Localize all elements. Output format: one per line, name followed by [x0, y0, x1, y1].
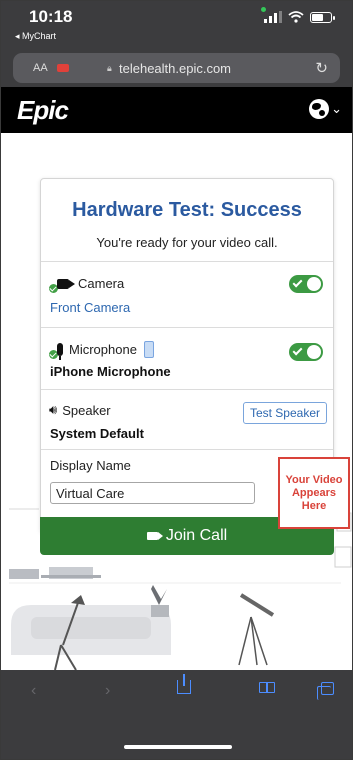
back-to-app-link[interactable]: ◂ MyChart: [15, 31, 56, 42]
speaker-icon: 🔊︎: [49, 402, 58, 417]
battery-icon: [310, 11, 335, 23]
display-name-input[interactable]: [50, 482, 255, 504]
card-subtitle: You're ready for your video call.: [96, 235, 278, 250]
speaker-label: Speaker: [62, 402, 111, 418]
status-time: 10:18: [29, 7, 73, 26]
video-placeholder-text: Your Video Appears Here: [285, 473, 343, 512]
browser-address-bar: AA 🔒︎ telehealth.epic.com ↻: [1, 51, 352, 87]
globe-icon: [309, 99, 330, 119]
toggle-knob: [307, 277, 321, 291]
status-icons: [264, 11, 335, 23]
share-icon[interactable]: [177, 674, 191, 694]
home-indicator[interactable]: [124, 745, 232, 749]
camera-label: Camera: [78, 276, 125, 291]
reload-icon[interactable]: ↻: [315, 59, 328, 77]
text-size-button[interactable]: AA: [33, 62, 48, 74]
page-content: Hardware Test: Success You're ready for …: [1, 133, 352, 670]
back-button[interactable]: ‹: [31, 682, 36, 700]
speaker-device: System Default: [50, 426, 144, 441]
test-speaker-button[interactable]: Test Speaker: [242, 402, 327, 424]
join-call-label: Join Call: [165, 527, 228, 544]
status-bar: 10:18 ◂ MyChart: [1, 1, 352, 51]
microphone-row: Microphone iPhone Microphone: [41, 327, 333, 389]
toggle-knob: [307, 345, 321, 359]
epic-logo: Epic: [17, 95, 69, 125]
recording-icon: [57, 64, 69, 72]
microphone-label: Microphone: [69, 342, 137, 357]
forward-button[interactable]: ›: [105, 682, 110, 700]
display-name-label: Display Name: [50, 458, 131, 473]
microphone-icon: [57, 343, 63, 360]
checkmark-icon: [292, 345, 303, 356]
phone-screen: 10:18 ◂ MyChart AA 🔒︎ telehealth.epic.co…: [0, 0, 353, 760]
phone-icon: [143, 341, 154, 358]
card-title: Hardware Test: Success: [72, 199, 302, 221]
language-selector[interactable]: ⌄: [309, 99, 342, 119]
bookmarks-icon[interactable]: [259, 682, 275, 693]
speaker-label-group: 🔊︎ Speaker: [49, 402, 111, 418]
microphone-toggle[interactable]: [289, 343, 323, 361]
url-text: telehealth.epic.com: [119, 61, 232, 76]
site-header: Epic ⌄: [1, 87, 352, 133]
signal-icon: [264, 11, 282, 23]
browser-toolbar: ‹ ›: [1, 670, 352, 759]
camera-row: Camera Front Camera: [41, 261, 333, 327]
microphone-device: iPhone Microphone: [50, 364, 171, 379]
address-field[interactable]: AA 🔒︎ telehealth.epic.com ↻: [13, 53, 340, 83]
camera-device-link[interactable]: Front Camera: [50, 300, 130, 315]
lock-icon: 🔒︎: [107, 63, 112, 73]
self-video-preview: Your Video Appears Here: [278, 457, 350, 529]
checkmark-icon: [292, 277, 303, 288]
camera-icon: [57, 278, 75, 289]
wifi-icon: [288, 11, 304, 23]
microphone-label-group: Microphone: [49, 340, 154, 360]
video-camera-icon: [146, 532, 163, 540]
tabs-icon[interactable]: [317, 682, 334, 700]
camera-toggle[interactable]: [289, 275, 323, 293]
speaker-row: 🔊︎ Speaker Test Speaker System Default: [41, 389, 333, 449]
camera-label-group: Camera: [49, 274, 124, 293]
chevron-down-icon: ⌄: [331, 101, 342, 116]
